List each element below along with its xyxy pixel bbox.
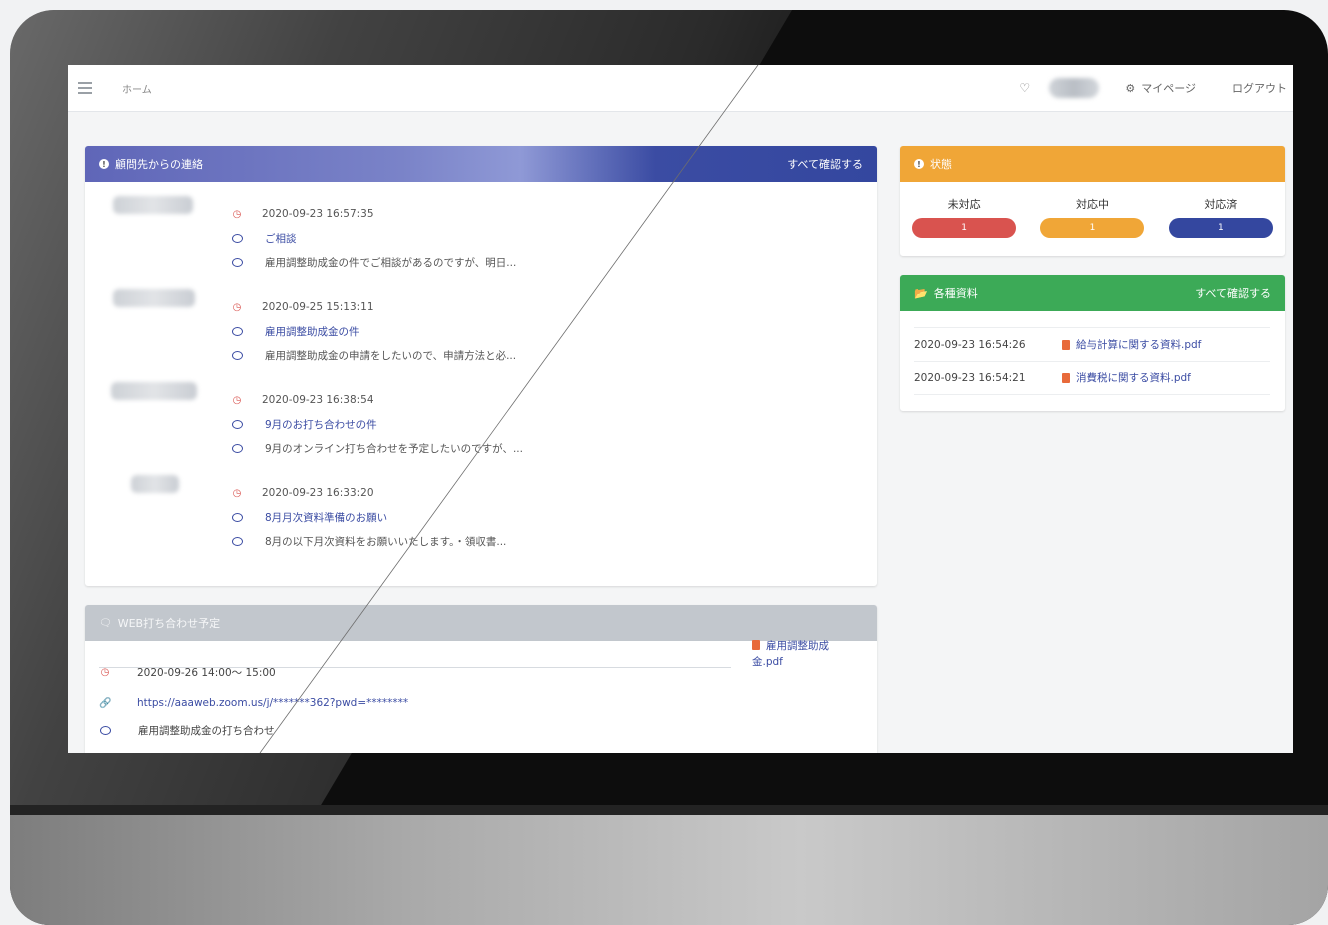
meeting-url-link[interactable]: https://aaaweb.zoom.us/j/*******362?pwd=…: [137, 697, 408, 709]
status-in-progress[interactable]: 対応中 1: [1040, 196, 1145, 238]
message-preview: 9月のオンライン打ち合わせを予定したいのですが、...: [265, 442, 523, 455]
breadcrumb-home[interactable]: ホーム: [122, 81, 152, 96]
link-icon: 🔗: [99, 697, 112, 709]
meeting-topic: 雇用調整助成金の打ち合わせ: [138, 725, 275, 737]
bell-icon[interactable]: ♡: [1019, 82, 1031, 94]
meeting-file-link[interactable]: 雇用調整助成 金.pdf: [752, 638, 862, 670]
clock-icon: ◷: [232, 208, 242, 220]
client-messages-card: ! 顧問先からの連絡 すべて確認する ◷ 2020-09-23 16:57:35 …: [85, 146, 877, 586]
meeting-topic-row: 雇用調整助成金の打ち合わせ: [99, 723, 275, 738]
info-icon: !: [99, 159, 109, 169]
documents-card: 📂 各種資料 すべて確認する 2020-09-23 16:54:26 給与計算に…: [900, 275, 1285, 411]
status-label: 対応済: [1204, 198, 1238, 211]
messages-card-header: ! 顧問先からの連絡 すべて確認する: [85, 146, 877, 182]
clock-icon: ◷: [232, 394, 242, 406]
message-subject[interactable]: 雇用調整助成金の件: [265, 324, 360, 339]
mypage-link[interactable]: ⚙ マイページ: [1125, 80, 1196, 96]
pdf-icon: [1062, 339, 1070, 350]
app-screen: ホーム ♡ ⚙ マイページ ログアウト ! 顧問先からの連絡 すべて確認する ◷…: [68, 65, 1293, 753]
monitor-chin: [10, 805, 1328, 925]
comment-icon: [232, 419, 243, 429]
sender-avatar: [113, 289, 195, 307]
status-label: 対応中: [1075, 198, 1109, 211]
meeting-url-row: 🔗 https://aaaweb.zoom.us/j/*******362?pw…: [99, 697, 408, 709]
message-datetime: 2020-09-23 16:38:54: [262, 394, 374, 406]
message-datetime: 2020-09-25 15:13:11: [262, 301, 374, 313]
comment-icon: [232, 512, 243, 522]
document-link[interactable]: 給与計算に関する資料.pdf: [1076, 337, 1201, 352]
status-count-pill[interactable]: 1: [912, 218, 1017, 238]
message-datetime: 2020-09-23 16:33:20: [262, 487, 374, 499]
logout-link[interactable]: ログアウト: [1232, 80, 1287, 96]
comment-icon: [232, 233, 243, 243]
mypage-label: マイページ: [1141, 82, 1196, 95]
message-item[interactable]: ◷ 2020-09-23 16:38:54 9月のお打ち合わせの件 9月のオンライ…: [85, 382, 877, 472]
documents-title: 各種資料: [933, 287, 978, 300]
sender-avatar: [113, 196, 193, 214]
folder-icon: 📂: [914, 286, 928, 300]
status-count-pill[interactable]: 1: [1168, 218, 1273, 238]
comment-icon: [232, 326, 243, 336]
comment-icon: [232, 536, 243, 546]
document-datetime: 2020-09-23 16:54:21: [914, 371, 1026, 384]
message-item[interactable]: ◷ 2020-09-25 15:13:11 雇用調整助成金の件 雇用調整助成金の申…: [85, 289, 877, 379]
message-preview: 雇用調整助成金の申請をしたいので、申請方法と必...: [265, 349, 517, 362]
pdf-icon: [752, 640, 760, 650]
comment-icon: [232, 350, 243, 360]
status-done[interactable]: 対応済 1: [1168, 196, 1273, 238]
clock-icon: ◷: [232, 487, 242, 499]
clock-icon: ◷: [232, 301, 242, 313]
meeting-file-name-line1: 雇用調整助成: [766, 640, 829, 652]
meeting-file-name-line2: 金.pdf: [752, 656, 783, 668]
clock-icon: ◷: [100, 667, 110, 678]
status-columns: 未対応 1 対応中 1 対応済 1: [900, 196, 1285, 238]
sender-avatar: [131, 475, 179, 493]
message-subject[interactable]: 8月月次資料準備のお願い: [265, 510, 387, 525]
comment-icon: [100, 726, 111, 735]
web-meeting-card: 🗨 WEB打ち合わせ予定 ◷ 2020-09-26 14:00～ 15:00 🔗…: [85, 605, 877, 753]
status-unhandled[interactable]: 未対応 1: [912, 196, 1017, 238]
message-item[interactable]: ◷ 2020-09-23 16:33:20 8月月次資料準備のお願い 8月の以下月…: [85, 475, 877, 565]
info-icon: !: [914, 159, 924, 169]
comment-icon: [232, 257, 243, 267]
status-count-pill[interactable]: 1: [1040, 218, 1145, 238]
monitor-frame: ホーム ♡ ⚙ マイページ ログアウト ! 顧問先からの連絡 すべて確認する ◷…: [10, 10, 1328, 925]
user-avatar[interactable]: [1049, 78, 1100, 98]
document-row: 2020-09-23 16:54:21 消費税に関する資料.pdf: [914, 361, 1270, 395]
message-preview: 雇用調整助成金の件でご相談があるのですが、明日...: [265, 256, 517, 269]
top-navbar: ホーム ♡ ⚙ マイページ ログアウト: [68, 65, 1293, 112]
status-card-header: ! 状態: [900, 146, 1285, 182]
message-preview: 8月の以下月次資料をお願いいたします。・領収書...: [265, 535, 507, 548]
pdf-icon: [1062, 372, 1070, 383]
menu-toggle-icon[interactable]: [78, 82, 92, 94]
message-subject[interactable]: 9月のお打ち合わせの件: [265, 417, 377, 432]
sender-avatar: [111, 382, 197, 400]
web-meeting-title: WEB打ち合わせ予定: [117, 617, 221, 630]
comment-icon: [232, 443, 243, 453]
document-row: 2020-09-23 16:54:26 給与計算に関する資料.pdf: [914, 327, 1270, 362]
messages-title: 顧問先からの連絡: [115, 158, 203, 171]
chat-icon: 🗨: [99, 617, 112, 629]
status-title: 状態: [930, 158, 952, 171]
status-label: 未対応: [947, 198, 981, 211]
divider: [99, 667, 731, 668]
message-item[interactable]: ◷ 2020-09-23 16:57:35 ご相談 雇用調整助成金の件でご相談があ…: [85, 196, 877, 286]
document-datetime: 2020-09-23 16:54:26: [914, 338, 1026, 351]
status-card: ! 状態 未対応 1 対応中 1 対応済 1: [900, 146, 1285, 256]
web-meeting-header: 🗨 WEB打ち合わせ予定: [85, 605, 877, 641]
messages-view-all-link[interactable]: すべて確認する: [787, 156, 863, 172]
documents-view-all-link[interactable]: すべて確認する: [1195, 285, 1271, 301]
document-link[interactable]: 消費税に関する資料.pdf: [1076, 370, 1191, 385]
message-datetime: 2020-09-23 16:57:35: [262, 208, 374, 220]
documents-card-header: 📂 各種資料 すべて確認する: [900, 275, 1285, 311]
gear-icon: ⚙: [1125, 81, 1136, 95]
message-subject[interactable]: ご相談: [265, 231, 297, 246]
